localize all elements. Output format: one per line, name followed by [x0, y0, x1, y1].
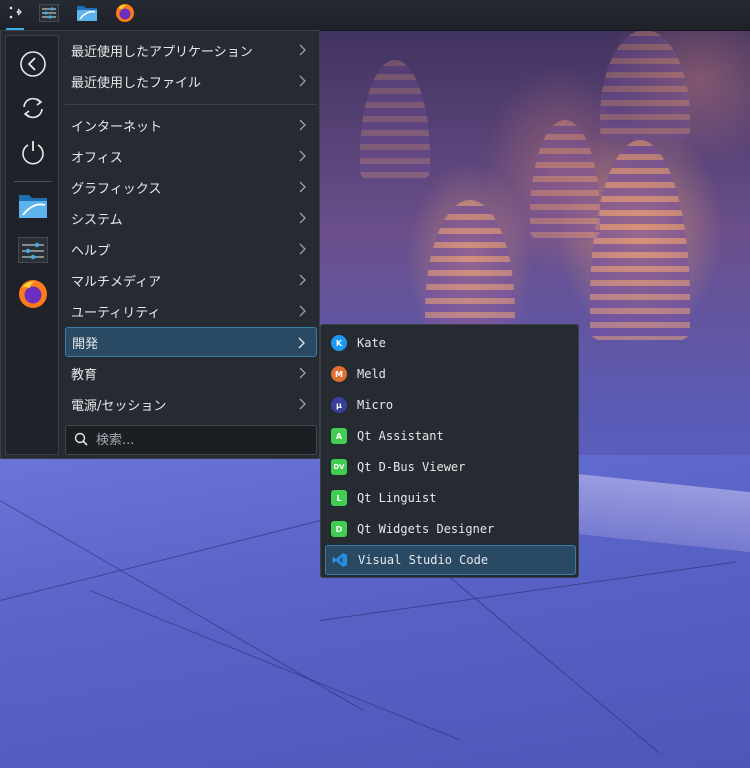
- power-icon: [19, 138, 47, 170]
- file-manager-icon: [76, 4, 98, 26]
- menu-item-label: インターネット: [71, 119, 163, 135]
- submenu-item-micro[interactable]: µ Micro: [325, 390, 576, 420]
- menu-item-label: 電源/セッション: [71, 398, 167, 414]
- chevron-right-icon: [299, 274, 307, 290]
- submenu-item-qt-dbus-viewer[interactable]: DV Qt D-Bus Viewer: [325, 452, 576, 482]
- submenu-item-vscode[interactable]: Visual Studio Code: [325, 545, 576, 575]
- development-submenu: K Kate M Meld µ Micro A Qt Assistant DV …: [320, 324, 579, 578]
- submenu-item-qt-assistant[interactable]: A Qt Assistant: [325, 421, 576, 451]
- menu-separator: [65, 104, 317, 105]
- vscode-icon: [332, 552, 348, 568]
- refresh-button[interactable]: [17, 94, 49, 126]
- menu-item-education[interactable]: 教育: [65, 358, 317, 388]
- power-button[interactable]: [17, 138, 49, 170]
- chevron-right-icon: [299, 367, 307, 383]
- sidebar-settings-button[interactable]: [17, 236, 49, 268]
- top-panel: [0, 0, 750, 31]
- settings-sliders-icon: [38, 3, 60, 26]
- submenu-item-label: Qt Linguist: [357, 491, 437, 505]
- chevron-right-icon: [299, 119, 307, 135]
- firefox-icon: [18, 279, 48, 313]
- kate-icon: K: [331, 335, 347, 351]
- chevron-right-icon: [299, 212, 307, 228]
- submenu-item-qt-designer[interactable]: D Qt Widgets Designer: [325, 514, 576, 544]
- chevron-right-icon: [298, 337, 306, 353]
- menu-item-multimedia[interactable]: マルチメディア: [65, 265, 317, 295]
- sidebar-file-manager-button[interactable]: [17, 192, 49, 224]
- application-launcher-icon: [7, 5, 23, 25]
- menu-item-system[interactable]: システム: [65, 203, 317, 233]
- menu-item-office[interactable]: オフィス: [65, 141, 317, 171]
- chevron-right-icon: [299, 150, 307, 166]
- wallpaper-cone: [600, 30, 690, 140]
- launcher-sidebar: [5, 35, 59, 455]
- menu-item-label: グラフィックス: [71, 181, 162, 197]
- file-manager-icon: [18, 193, 48, 223]
- search-icon: [74, 431, 88, 450]
- menu-item-recent-apps[interactable]: 最近使用したアプリケーション: [65, 35, 317, 65]
- micro-icon: µ: [331, 397, 347, 413]
- menu-item-utilities[interactable]: ユーティリティ: [65, 296, 317, 326]
- menu-item-power-session[interactable]: 電源/セッション: [65, 389, 317, 419]
- menu-item-help[interactable]: ヘルプ: [65, 234, 317, 264]
- chevron-right-icon: [299, 305, 307, 321]
- qt-designer-icon: D: [331, 521, 347, 537]
- search-input[interactable]: [94, 431, 298, 449]
- menu-item-label: 教育: [71, 367, 98, 383]
- firefox-button[interactable]: [111, 3, 139, 27]
- refresh-icon: [19, 94, 47, 126]
- menu-item-label: ヘルプ: [71, 243, 111, 259]
- chevron-right-icon: [299, 75, 307, 91]
- chevron-right-icon: [299, 398, 307, 414]
- submenu-item-label: Micro: [357, 398, 394, 412]
- qt-linguist-icon: L: [331, 490, 347, 506]
- submenu-item-label: Qt D-Bus Viewer: [357, 460, 466, 474]
- menu-item-development[interactable]: 開発: [65, 327, 317, 357]
- wallpaper-cone: [530, 120, 600, 240]
- application-launcher-menu: 最近使用したアプリケーション 最近使用したファイル インターネット オフィス グ…: [0, 30, 320, 459]
- wallpaper-cone: [360, 60, 430, 180]
- menu-item-recent-files[interactable]: 最近使用したファイル: [65, 66, 317, 96]
- system-settings-button[interactable]: [35, 3, 63, 27]
- meld-icon: M: [331, 366, 347, 382]
- settings-sliders-icon: [17, 236, 49, 267]
- wallpaper-cone: [590, 140, 690, 340]
- application-launcher-button[interactable]: [1, 3, 29, 30]
- file-manager-button[interactable]: [73, 3, 101, 27]
- menu-item-label: 最近使用したファイル: [71, 75, 202, 91]
- submenu-item-label: Kate: [357, 336, 386, 350]
- menu-item-internet[interactable]: インターネット: [65, 110, 317, 140]
- submenu-item-label: Qt Assistant: [357, 429, 444, 443]
- menu-item-label: オフィス: [71, 150, 123, 166]
- back-button[interactable]: [17, 50, 49, 82]
- chevron-right-icon: [299, 44, 307, 60]
- submenu-item-label: Meld: [357, 367, 386, 381]
- chevron-right-icon: [299, 181, 307, 197]
- sidebar-separator: [14, 181, 52, 182]
- submenu-item-label: Visual Studio Code: [358, 553, 489, 567]
- search-field[interactable]: [65, 425, 317, 455]
- menu-item-graphics[interactable]: グラフィックス: [65, 172, 317, 202]
- menu-item-label: 最近使用したアプリケーション: [71, 44, 253, 60]
- menu-item-label: ユーティリティ: [71, 305, 161, 321]
- submenu-item-meld[interactable]: M Meld: [325, 359, 576, 389]
- menu-item-label: 開発: [72, 336, 99, 352]
- menu-item-label: システム: [71, 212, 123, 228]
- wallpaper-cone: [425, 200, 515, 340]
- firefox-icon: [115, 3, 135, 27]
- qt-dbus-viewer-icon: DV: [331, 459, 347, 475]
- chevron-right-icon: [299, 243, 307, 259]
- submenu-item-kate[interactable]: K Kate: [325, 328, 576, 358]
- menu-item-label: マルチメディア: [71, 274, 162, 290]
- submenu-item-label: Qt Widgets Designer: [357, 522, 495, 536]
- back-icon: [19, 50, 47, 82]
- qt-assistant-icon: A: [331, 428, 347, 444]
- sidebar-firefox-button[interactable]: [17, 280, 49, 312]
- submenu-item-qt-linguist[interactable]: L Qt Linguist: [325, 483, 576, 513]
